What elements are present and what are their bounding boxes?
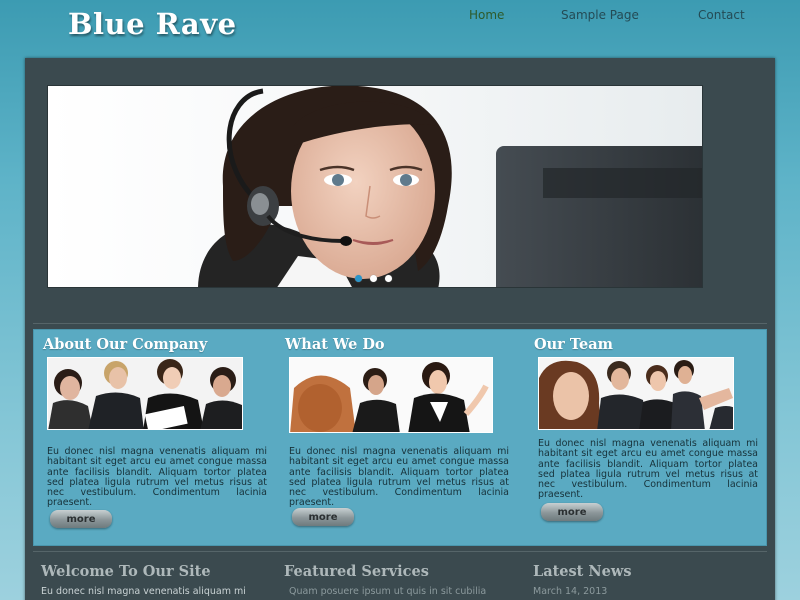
features-section: About Our Company Eu donec nisl magna ve… [33, 329, 767, 546]
more-button[interactable]: more [541, 503, 603, 521]
our-team-image [538, 357, 734, 430]
divider [33, 551, 767, 552]
main-nav: Home Sample Page Contact [0, 8, 800, 26]
slider-dots [355, 275, 392, 282]
welcome-text: Eu donec nisl magna venenatis aliquam mi [41, 586, 246, 597]
feature-heading: About Our Company [43, 336, 208, 353]
more-button[interactable]: more [292, 508, 354, 526]
main-content: About Our Company Eu donec nisl magna ve… [25, 58, 775, 600]
feature-column-our-team: Our Team Eu donec nisl magna venenatis a… [533, 330, 765, 545]
nav-home[interactable]: Home [469, 8, 504, 22]
feature-text: Eu donec nisl magna venenatis aliquam mi… [289, 446, 509, 509]
feature-column-what-we-do: What We Do Eu donec nisl magna venenatis… [284, 330, 516, 545]
hero-slider[interactable] [47, 85, 703, 288]
divider [33, 323, 767, 324]
latest-news-heading: Latest News [533, 563, 632, 580]
more-button[interactable]: more [50, 510, 112, 528]
featured-services-heading: Featured Services [284, 563, 429, 580]
hero-image [48, 86, 702, 287]
feature-text: Eu donec nisl magna venenatis aliquam mi… [47, 446, 267, 509]
slider-dot-2[interactable] [370, 275, 377, 282]
welcome-heading: Welcome To Our Site [41, 563, 211, 580]
about-company-image [47, 357, 243, 430]
slider-dot-3[interactable] [385, 275, 392, 282]
nav-sample-page[interactable]: Sample Page [561, 8, 639, 22]
what-we-do-image [289, 357, 493, 433]
featured-services-text: Quam posuere ipsum ut quis in sit cubili… [289, 586, 487, 597]
feature-heading: What We Do [285, 336, 385, 353]
feature-heading: Our Team [534, 336, 613, 353]
feature-column-about: About Our Company Eu donec nisl magna ve… [42, 330, 274, 545]
feature-text: Eu donec nisl magna venenatis aliquam mi… [538, 438, 758, 501]
slider-dot-1[interactable] [355, 275, 362, 282]
nav-contact[interactable]: Contact [698, 8, 745, 22]
news-date: March 14, 2013 [533, 586, 608, 597]
